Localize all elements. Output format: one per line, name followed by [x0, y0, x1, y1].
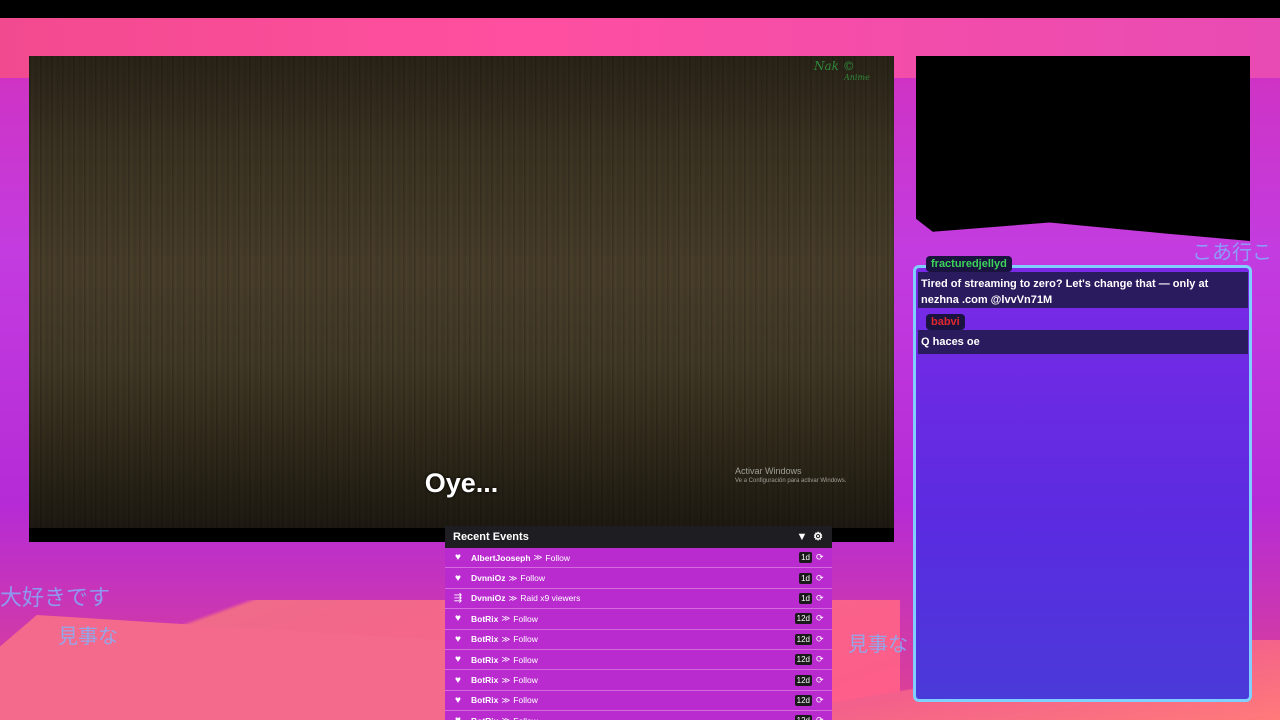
event-arrow: ≫ — [501, 715, 510, 720]
heart-icon: ♥ — [455, 633, 461, 645]
event-arrow: ≫ — [508, 592, 518, 603]
chat-message-text: Tired of streaming to zero? Let's change… — [918, 272, 1248, 308]
recent-events-header: Recent Events ▼ ⚙ — [445, 526, 832, 548]
heart-icon: ♥ — [455, 674, 461, 686]
logo-text: Nak © — [814, 59, 855, 73]
event-time: 12d — [794, 715, 812, 720]
event-row[interactable]: ♥ BotRix≫Follow 12d ⟳ — [445, 649, 832, 671]
event-time: 12d — [794, 694, 812, 706]
event-row[interactable]: ♥ BotRix≫Follow12d ⟳ — [445, 711, 832, 720]
event-row[interactable]: ♥ BotRix≫Follow 12d ⟳ — [445, 670, 832, 691]
heart-icon: ♥ — [455, 552, 461, 564]
event-action: Follow — [513, 613, 538, 624]
event-time: 12d — [794, 674, 812, 686]
heart-icon: ♥ — [455, 654, 461, 666]
replay-icon[interactable]: ⟳ — [816, 675, 826, 686]
channel-logo: Nak © Anime — [814, 59, 870, 82]
event-arrow: ≫ — [501, 613, 511, 624]
event-username: BotRix — [471, 695, 499, 706]
event-action: Follow — [513, 654, 538, 665]
logo-sub: Anime — [844, 73, 870, 82]
event-username: BotRix — [471, 716, 498, 720]
replay-icon[interactable]: ⟳ — [816, 613, 826, 624]
decor-japanese-text: こあ行こ — [1192, 240, 1272, 264]
event-arrow: ≫ — [533, 552, 543, 563]
event-list: ♥ AlbertJooseph ≫ Follow 1d ⟳ ♥ DvnniOz ≫ Follow 1… — [445, 548, 832, 720]
decor-japanese-text: 見事な — [58, 624, 118, 648]
watermark-title: Activar Windows — [735, 466, 802, 476]
webcam-frame — [916, 56, 1250, 241]
event-username: AlbertJooseph — [471, 552, 531, 563]
event-time: 12d — [794, 633, 812, 645]
decor-japanese-text: 見事な — [848, 632, 908, 656]
video-motion-blur — [29, 56, 894, 528]
event-action: Follow — [513, 634, 538, 645]
heart-icon: ♥ — [455, 572, 461, 584]
heart-icon: ♥ — [455, 613, 461, 625]
event-time: 1d — [799, 592, 812, 604]
replay-icon[interactable]: ⟳ — [816, 634, 826, 645]
top-letterbox — [0, 0, 1280, 18]
chat-username[interactable]: fracturedjellyd — [926, 256, 1012, 272]
event-arrow: ≫ — [501, 694, 511, 705]
heart-icon: ♥ — [451, 715, 465, 720]
event-action: Follow — [513, 716, 794, 720]
decor-japanese-text: 大好きです — [0, 586, 111, 611]
event-username: BotRix — [471, 634, 499, 645]
event-row[interactable]: ♥ DvnniOz ≫ Follow 1d ⟳ — [445, 568, 832, 589]
event-username: DvnniOz — [471, 593, 506, 604]
event-username: BotRix — [471, 654, 499, 665]
event-action: Follow — [513, 675, 538, 686]
heart-icon: ♥ — [455, 694, 461, 706]
chat-username[interactable]: babvi — [926, 314, 965, 330]
recent-events-widget: Recent Events ▼ ⚙ ♥ AlbertJooseph ≫ Follow 1… — [445, 526, 832, 720]
event-row[interactable]: ♥ AlbertJooseph ≫ Follow 1d ⟳ — [445, 548, 832, 569]
replay-icon[interactable]: ⟳ — [816, 654, 826, 665]
event-time: 1d — [799, 572, 812, 584]
event-row[interactable]: ♥ BotRix≫Follow 12d ⟳ — [445, 629, 832, 650]
windows-activation-watermark: Activar Windows Ve a Configuración para … — [735, 466, 846, 484]
event-username: BotRix — [471, 675, 499, 686]
replay-icon[interactable]: ⟳ — [816, 573, 826, 584]
gear-icon[interactable]: ⚙ — [812, 531, 824, 543]
replay-icon[interactable]: ⟳ — [816, 695, 826, 706]
event-row[interactable]: ⇶ DvnniOz ≫ Raid x9 viewers 1d ⟳ — [445, 588, 832, 610]
watermark-subtitle: Ve a Configuración para activar Windows. — [735, 478, 847, 484]
recent-events-title: Recent Events — [453, 531, 529, 543]
event-arrow: ≫ — [501, 674, 511, 685]
event-action: Raid x9 viewers — [520, 593, 581, 604]
chat-message-text: Q haces oe — [918, 330, 1248, 354]
event-row[interactable]: ♥ BotRix≫Follow 12d ⟳ — [445, 609, 832, 630]
event-action: Follow — [513, 695, 538, 706]
event-arrow: ≫ — [501, 654, 511, 665]
filter-icon[interactable]: ▼ — [796, 531, 808, 543]
event-time: 1d — [799, 552, 812, 564]
replay-icon[interactable]: ⟳ — [816, 715, 826, 720]
video-player[interactable]: Nak © Anime Oye... Activar Windows Ve a … — [29, 56, 894, 542]
event-username: DvnniOz — [471, 573, 506, 584]
replay-icon[interactable]: ⟳ — [816, 552, 826, 563]
event-action: Follow — [545, 552, 570, 563]
event-arrow: ≫ — [501, 633, 511, 644]
chat-panel: fracturedjellyd Tired of streaming to ze… — [913, 256, 1252, 702]
replay-icon[interactable]: ⟳ — [816, 593, 826, 604]
event-action: Follow — [520, 573, 545, 584]
event-row[interactable]: ♥ BotRix≫Follow 12d ⟳ — [445, 690, 832, 712]
event-time: 12d — [794, 613, 812, 625]
event-username: BotRix — [471, 613, 499, 624]
event-time: 12d — [794, 654, 812, 666]
event-arrow: ≫ — [508, 572, 518, 583]
raid-icon: ⇶ — [453, 592, 463, 604]
